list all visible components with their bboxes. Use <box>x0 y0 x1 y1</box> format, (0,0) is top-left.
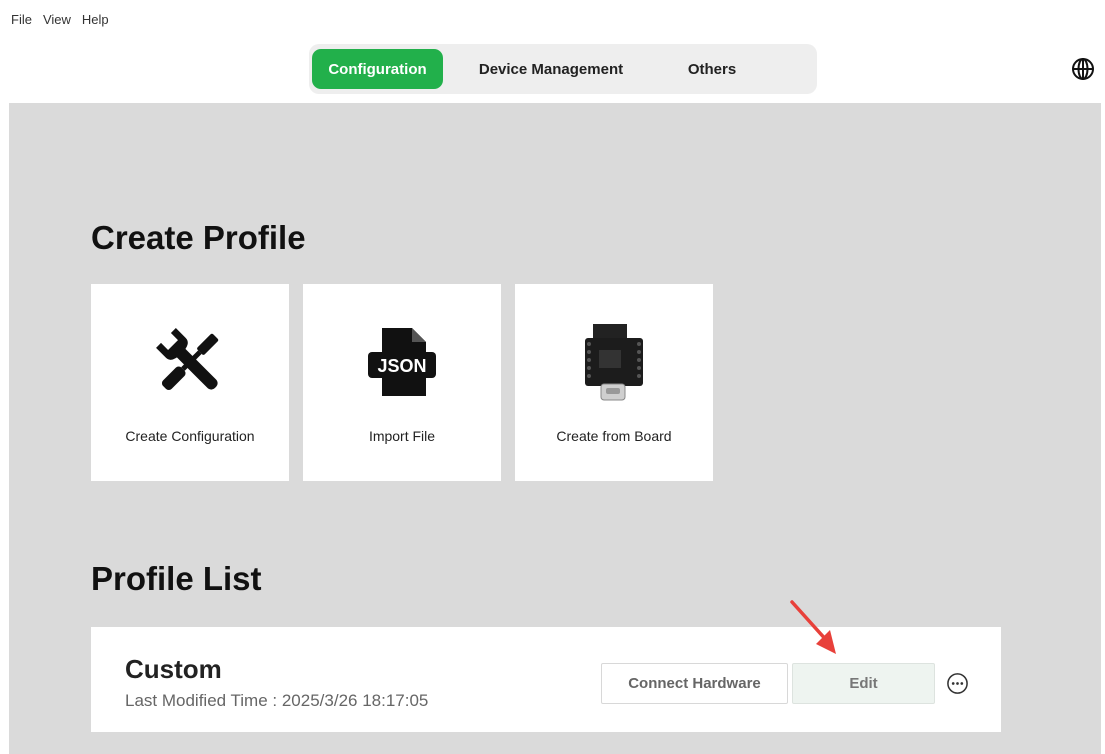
board-icon <box>585 324 643 401</box>
menu-view[interactable]: View <box>43 12 71 27</box>
globe-icon[interactable] <box>1071 57 1095 81</box>
json-label: JSON <box>377 356 426 376</box>
tab-configuration[interactable]: Configuration <box>312 49 443 89</box>
menu-file[interactable]: File <box>11 12 32 27</box>
profile-name: Custom <box>125 654 222 684</box>
import-file-card[interactable]: JSON Import File <box>303 284 501 481</box>
json-file-icon: JSON <box>368 328 436 396</box>
tools-icon <box>156 328 219 391</box>
create-from-board-card[interactable]: Create from Board <box>515 284 713 481</box>
tab-others[interactable]: Others <box>657 49 767 89</box>
annotation-arrow-icon <box>790 600 836 654</box>
profile-modified-time: Last Modified Time : 2025/3/26 18:17:05 <box>125 691 429 710</box>
tab-device-management[interactable]: Device Management <box>451 49 651 89</box>
create-configuration-card[interactable]: Create Configuration <box>91 284 289 481</box>
profile-item: Custom Last Modified Time : 2025/3/26 18… <box>91 627 1001 732</box>
more-options-icon[interactable] <box>946 672 969 695</box>
edit-button[interactable]: Edit <box>792 663 935 704</box>
card-label: Create Configuration <box>125 428 255 444</box>
profile-list-title: Profile List <box>91 560 262 597</box>
connect-hardware-button[interactable]: Connect Hardware <box>601 663 788 704</box>
menu-help[interactable]: Help <box>82 12 109 27</box>
create-profile-title: Create Profile <box>91 219 306 256</box>
menu-bar: File View Help <box>0 0 109 40</box>
content-area: Create Profile Create Configuration JSON… <box>9 103 1101 754</box>
card-label: Import File <box>368 428 436 444</box>
main-tabs: Configuration Device Management Others <box>309 44 817 94</box>
card-label: Create from Board <box>556 428 672 444</box>
